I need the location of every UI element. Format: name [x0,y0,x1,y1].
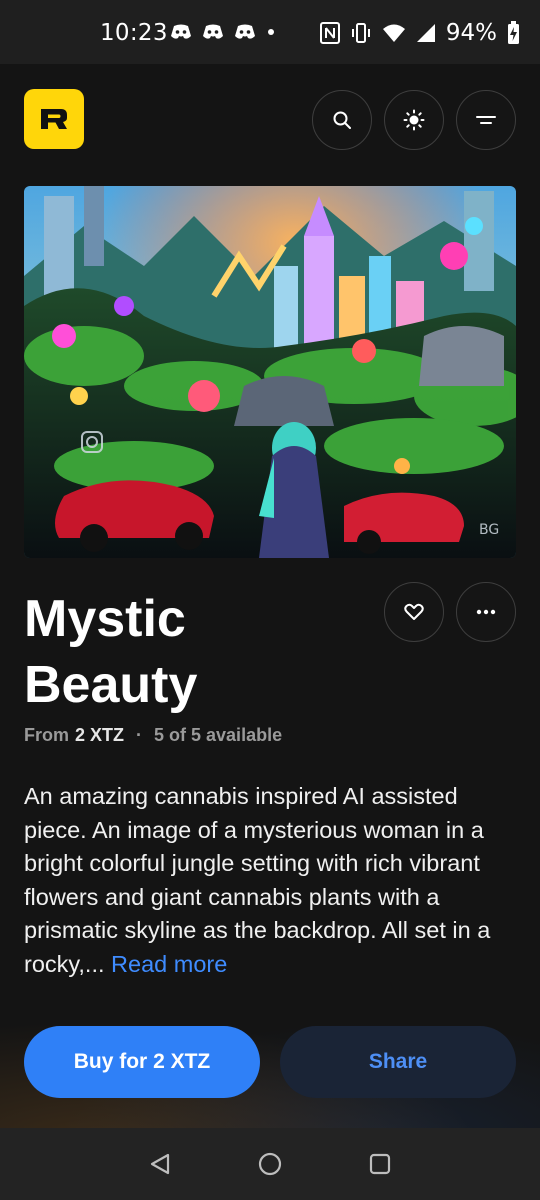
nav-home-button[interactable] [256,1150,284,1178]
menu-button[interactable] [456,90,516,150]
search-icon [333,111,351,129]
title-line-2: Beauty [24,656,198,714]
from-label: From [24,725,69,745]
item-title: Mystic Beauty [24,586,364,718]
battery-percentage: 94% [445,20,497,46]
back-icon [150,1153,170,1175]
home-icon [258,1152,282,1176]
buy-button[interactable]: Buy for 2 XTZ [24,1026,260,1098]
vibrate-icon [351,23,370,43]
navigation-bar [0,1128,540,1200]
menu-icon [476,116,496,124]
app-logo[interactable] [24,89,84,149]
description-text: An amazing cannabis inspired AI assisted… [24,783,491,977]
title-line-1: Mystic [24,590,186,648]
theme-toggle-button[interactable] [384,90,444,150]
favorite-button[interactable] [384,582,444,642]
notification-icons [170,24,276,40]
artwork-watermark: BG [479,522,499,538]
item-price: 2 XTZ [75,725,125,745]
recents-icon [369,1153,391,1175]
screen: 10:23 94% BG Mystic Beauty From 2 XTZ · … [0,0,540,1200]
artwork-illustration: BG [24,186,516,558]
availability-text: 5 of 5 available [154,725,283,745]
status-time: 10:23 [100,20,168,46]
wifi-icon [382,24,405,42]
artwork-image[interactable]: BG [24,186,516,558]
logo-r-glyph [41,109,67,129]
share-button[interactable]: Share [280,1026,516,1098]
search-button[interactable] [312,90,372,150]
signal-icon [416,24,435,42]
more-icon [476,609,496,615]
status-bar: 10:23 94% [0,0,540,64]
read-more-link[interactable]: Read more [111,951,227,977]
nfc-icon [319,22,340,44]
discord-icon [203,24,223,39]
discord-icon [235,24,255,39]
discord-icon [171,24,191,39]
dot-icon [268,29,274,35]
heart-icon [404,603,424,620]
item-description: An amazing cannabis inspired AI assisted… [24,780,519,981]
battery-charging-icon [508,21,519,44]
more-options-button[interactable] [456,582,516,642]
nav-recents-button[interactable] [366,1150,394,1178]
nav-back-button[interactable] [146,1150,174,1178]
system-icons: 94% [319,20,520,46]
item-meta: From 2 XTZ · 5 of 5 available [24,725,282,746]
brightness-icon [403,109,425,131]
meta-separator: · [136,725,143,745]
